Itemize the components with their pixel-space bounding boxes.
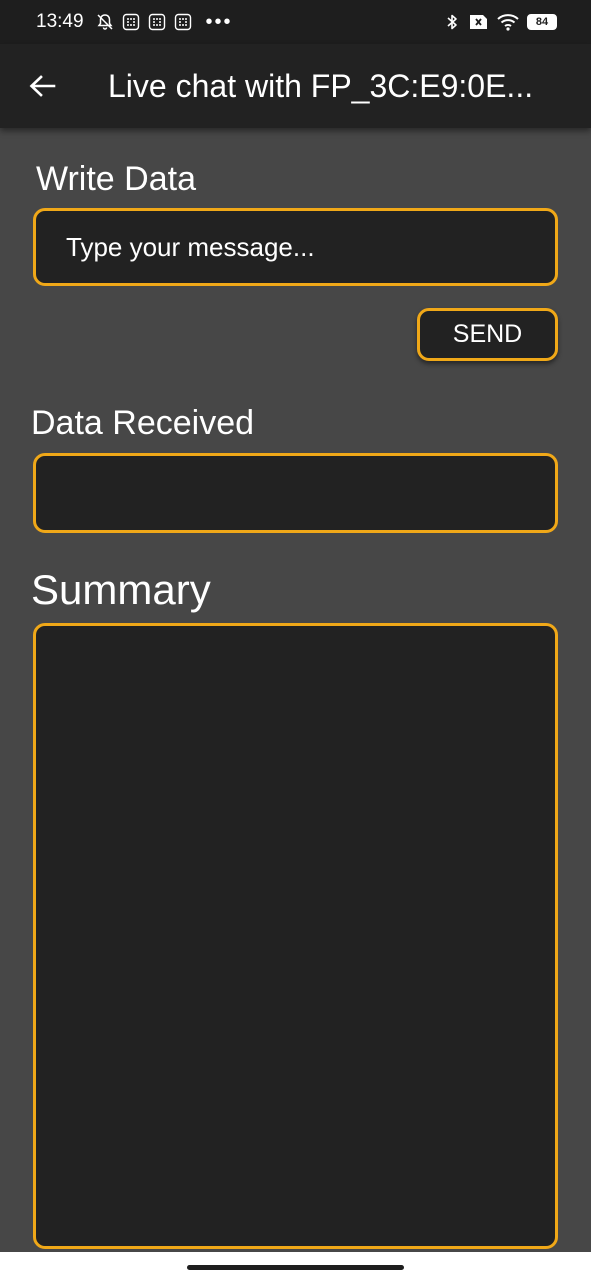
summary-label: Summary <box>31 566 211 613</box>
app-notification-icon <box>148 13 166 31</box>
data-received-label: Data Received <box>31 404 255 442</box>
more-notifications-indicator: ••• <box>205 11 233 33</box>
page-title: Live chat with FP_3C:E9:0E... <box>108 67 534 104</box>
notifications-muted-icon <box>96 13 114 31</box>
send-button[interactable]: SEND <box>417 308 558 361</box>
write-data-label: Write Data <box>36 160 196 198</box>
app-notification-icon <box>174 13 192 31</box>
app-bar: Live chat with FP_3C:E9:0E... <box>0 44 591 128</box>
message-field-container <box>33 208 558 286</box>
status-time: 13:49 <box>36 11 84 32</box>
message-input[interactable] <box>36 211 555 283</box>
home-gesture-handle[interactable] <box>187 1265 404 1270</box>
navigation-bar <box>0 1252 591 1280</box>
status-bar-right: 84 <box>445 13 557 31</box>
battery-icon: 84 <box>527 14 557 30</box>
data-received-field <box>33 453 558 533</box>
status-bar: 13:49 ••• 84 <box>0 0 591 44</box>
summary-field[interactable] <box>33 623 558 1249</box>
bluetooth-icon <box>445 13 459 31</box>
status-bar-left: 13:49 ••• <box>36 11 233 33</box>
wifi-icon <box>497 13 519 31</box>
app-notification-icon <box>122 13 140 31</box>
back-arrow-icon[interactable] <box>26 70 58 102</box>
sim-error-icon <box>467 14 489 30</box>
